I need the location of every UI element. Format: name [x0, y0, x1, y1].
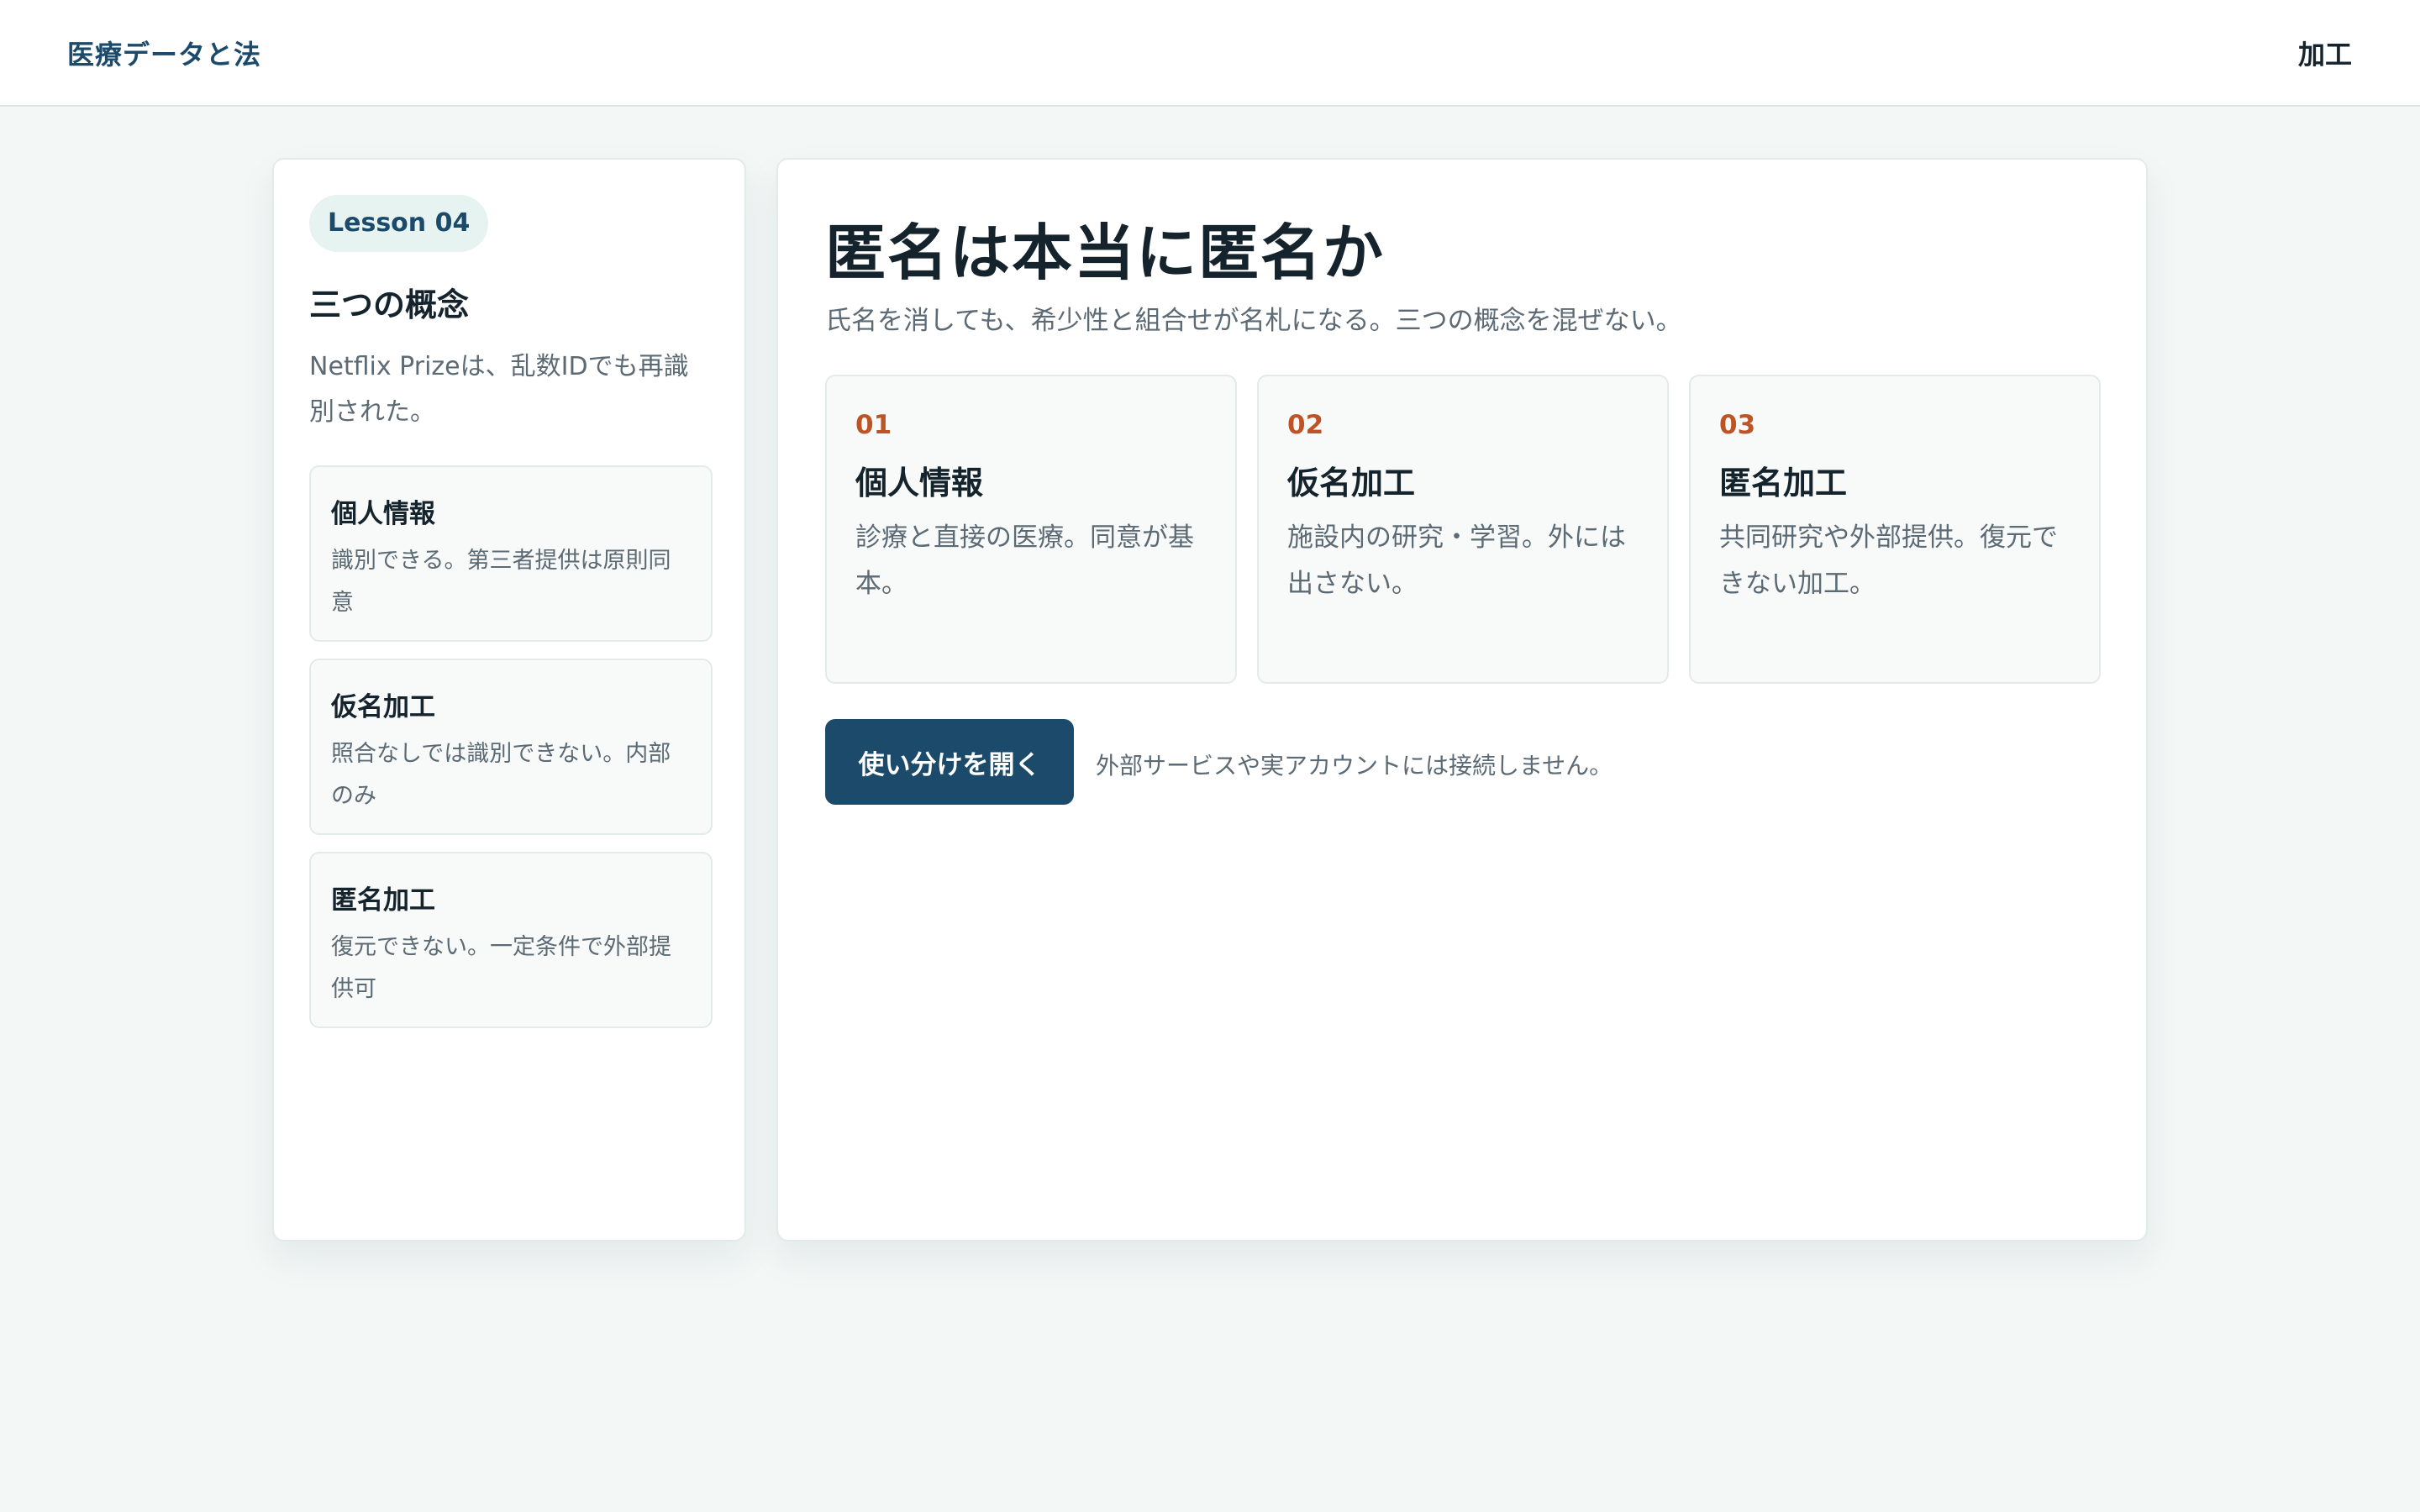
page-subtitle: 氏名を消しても、希少性と組合せが名札になる。三つの概念を混ぜない。 [825, 306, 1682, 336]
concept-item-personal-info[interactable]: 個人情報 識別できる。第三者提供は原則同意 [309, 465, 713, 642]
top-bar: 医療データと法 加工 [0, 0, 2420, 107]
concept-title: 個人情報 [331, 499, 435, 529]
step-number: 01 [855, 410, 892, 440]
lesson-sidebar: Lesson 04 三つの概念 Netflix Prizeは、乱数IDでも再識別… [272, 158, 746, 1242]
open-usage-guide-button[interactable]: 使い分けを開く [825, 719, 1074, 805]
concept-item-pseudonymized[interactable]: 仮名加工 照合なしでは識別できない。内部のみ [309, 659, 713, 835]
step-title: 匿名加工 [1719, 465, 1848, 501]
nav-link-processing[interactable]: 加工 [2298, 34, 2352, 72]
step-number: 02 [1287, 410, 1324, 440]
lesson-main-panel: 匿名は本当に匿名か 氏名を消しても、希少性と組合せが名札になる。三つの概念を混ぜ… [776, 158, 2148, 1242]
step-description: 施設内の研究・学習。外には出さない。 [1287, 522, 1626, 599]
step-number: 03 [1719, 410, 1756, 440]
concept-title: 仮名加工 [331, 692, 435, 722]
page-title: 匿名は本当に匿名か [825, 218, 1386, 288]
site-brand[interactable]: 医療データと法 [67, 34, 261, 72]
sidebar-description: Netflix Prizeは、乱数IDでも再識別された。 [309, 352, 689, 427]
lesson-badge: Lesson 04 [309, 195, 489, 252]
step-description: 診療と直接の医療。同意が基本。 [855, 522, 1194, 599]
step-card-03: 03 匿名加工 共同研究や外部提供。復元できない加工。 [1689, 375, 2101, 684]
step-title: 個人情報 [855, 465, 984, 501]
concept-description: 復元できない。一定条件で外部提供可 [331, 934, 671, 1002]
concept-item-anonymized[interactable]: 匿名加工 復元できない。一定条件で外部提供可 [309, 852, 713, 1028]
step-card-02: 02 仮名加工 施設内の研究・学習。外には出さない。 [1257, 375, 1669, 684]
step-card-01: 01 個人情報 診療と直接の医療。同意が基本。 [825, 375, 1237, 684]
sidebar-title: 三つの概念 [309, 286, 470, 323]
concept-description: 照合なしでは識別できない。内部のみ [331, 741, 671, 809]
concept-title: 匿名加工 [331, 885, 435, 916]
connection-note: 外部サービスや実アカウントには接続しません。 [1096, 752, 1613, 780]
concept-description: 識別できる。第三者提供は原則同意 [331, 548, 671, 616]
step-description: 共同研究や外部提供。復元できない加工。 [1719, 522, 2058, 599]
step-title: 仮名加工 [1287, 465, 1416, 501]
